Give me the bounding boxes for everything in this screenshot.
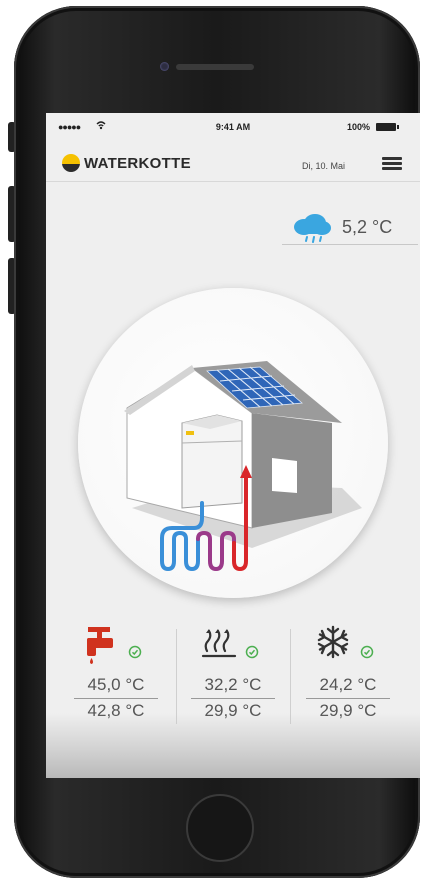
- cloud-rain-icon[interactable]: [290, 213, 334, 243]
- brand-name: WATERKOTTE: [84, 155, 191, 172]
- value-divider: [306, 698, 390, 699]
- waterkotte-logo-icon: [62, 154, 80, 172]
- hot-water-actual-temp: 45,0 °C: [87, 675, 145, 694]
- snowflake-cooling-icon: [317, 625, 349, 659]
- battery-icon: [376, 123, 399, 131]
- water-tap-icon: [87, 627, 113, 664]
- app-screen: ●●●●● 9:41 AM 100% WATERKOTTE Di, 10. Ma…: [46, 113, 420, 778]
- cooling-actual-temp: 24,2 °C: [319, 675, 377, 694]
- earpiece-speaker: [176, 64, 254, 70]
- weather-divider: [282, 244, 418, 245]
- check-circle-icon: [245, 645, 259, 659]
- outdoor-temperature: 5,2 °C: [342, 217, 393, 237]
- hamburger-menu-icon[interactable]: [382, 157, 402, 171]
- bottom-fade: [46, 713, 420, 778]
- check-circle-icon: [128, 645, 142, 659]
- check-circle-icon: [360, 645, 374, 659]
- battery-percent: 100%: [346, 122, 370, 132]
- house-heat-pump-illustration: [124, 361, 362, 572]
- front-camera: [160, 62, 169, 71]
- metric-divider: [290, 629, 291, 724]
- heating-actual-temp: 32,2 °C: [204, 675, 262, 694]
- value-divider: [191, 698, 275, 699]
- current-date: Di, 10. Mai: [302, 161, 346, 171]
- heating-icon: [201, 629, 237, 658]
- value-divider: [74, 698, 158, 699]
- status-bar: ●●●●● 9:41 AM 100%: [46, 113, 420, 141]
- home-button[interactable]: [186, 794, 254, 862]
- app-header: WATERKOTTE Di, 10. Mai: [46, 141, 420, 182]
